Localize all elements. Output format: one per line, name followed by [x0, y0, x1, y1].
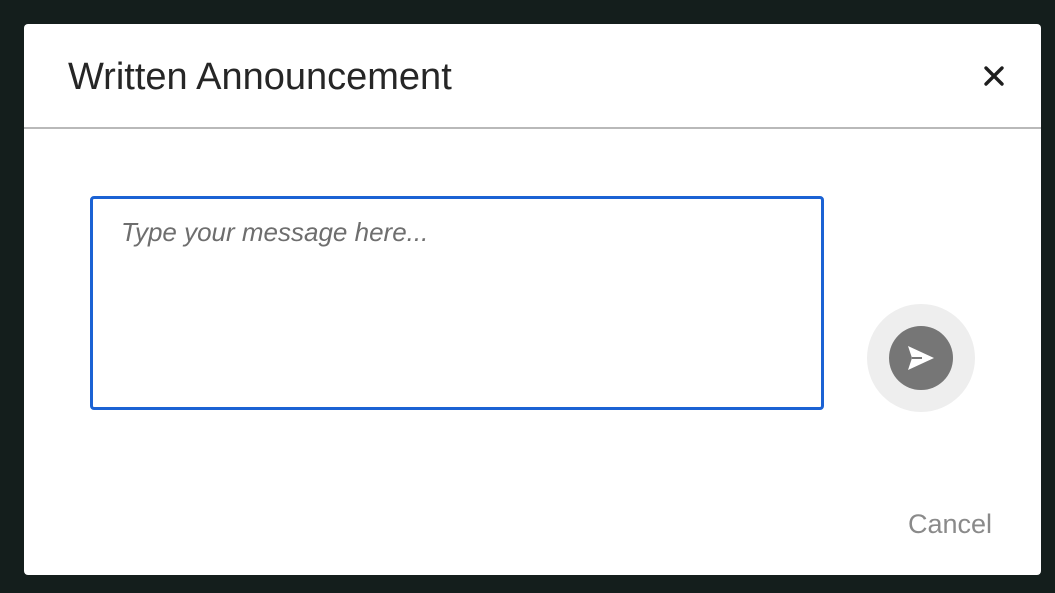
close-icon	[984, 66, 1004, 86]
send-button-circle	[889, 326, 953, 390]
dialog-title: Written Announcement	[68, 56, 452, 98]
send-icon	[908, 346, 934, 370]
dialog-header: Written Announcement	[24, 24, 1041, 129]
message-input[interactable]	[90, 196, 824, 410]
close-button[interactable]	[976, 58, 1012, 94]
send-button[interactable]	[867, 304, 975, 412]
cancel-button[interactable]: Cancel	[908, 508, 992, 540]
announcement-dialog: Written Announcement Cancel	[24, 24, 1041, 575]
